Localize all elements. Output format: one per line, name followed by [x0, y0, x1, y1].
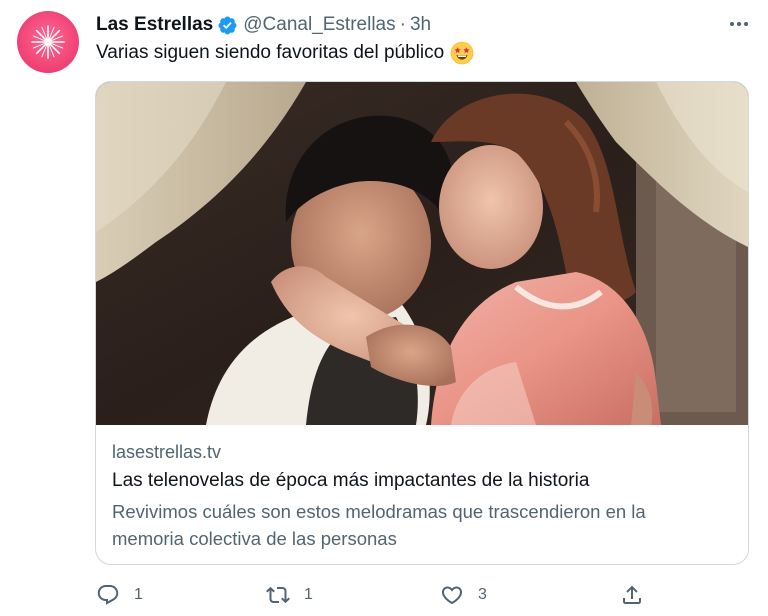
more-options-button[interactable]	[722, 10, 756, 38]
star-burst-icon	[31, 25, 65, 59]
card-title: Las telenovelas de época más impactantes…	[112, 470, 590, 491]
like-button[interactable]: 3	[440, 580, 487, 610]
verified-badge-icon	[218, 16, 237, 34]
retweet-count: 1	[304, 586, 313, 603]
tweet-text: Varias siguen siendo favoritas del públi…	[96, 40, 474, 66]
like-count: 3	[478, 586, 487, 603]
retweet-button[interactable]: 1	[266, 580, 313, 610]
star-struck-emoji-icon	[450, 41, 474, 65]
reply-count: 1	[134, 586, 143, 603]
share-button[interactable]	[620, 580, 644, 610]
card-description: Revivimos cuáles son estos melodramas qu…	[112, 501, 646, 549]
reply-icon	[97, 585, 119, 605]
link-card[interactable]: lasestrellas.tv Las telenovelas de época…	[95, 81, 749, 565]
author-handle[interactable]: @Canal_Estrellas	[243, 14, 395, 36]
card-image[interactable]	[96, 82, 748, 425]
card-domain: lasestrellas.tv	[112, 442, 222, 462]
tweet[interactable]: Las Estrellas @Canal_Estrellas · 3h Vari…	[0, 0, 768, 616]
heart-icon	[441, 586, 463, 605]
tweet-text-content: Varias siguen siendo favoritas del públi…	[96, 42, 445, 63]
share-icon	[623, 585, 641, 604]
more-dots-icon	[730, 22, 734, 26]
tweet-actions: 1 1 3	[96, 580, 656, 610]
photo-couple-embracing	[96, 82, 748, 425]
tweet-header: Las Estrellas @Canal_Estrellas · 3h	[96, 13, 431, 37]
retweet-icon	[266, 586, 290, 604]
avatar[interactable]	[17, 11, 79, 73]
reply-button[interactable]: 1	[96, 580, 143, 610]
author-name[interactable]: Las Estrellas	[96, 14, 213, 36]
separator-dot: ·	[399, 14, 406, 35]
timestamp[interactable]: 3h	[410, 14, 431, 36]
